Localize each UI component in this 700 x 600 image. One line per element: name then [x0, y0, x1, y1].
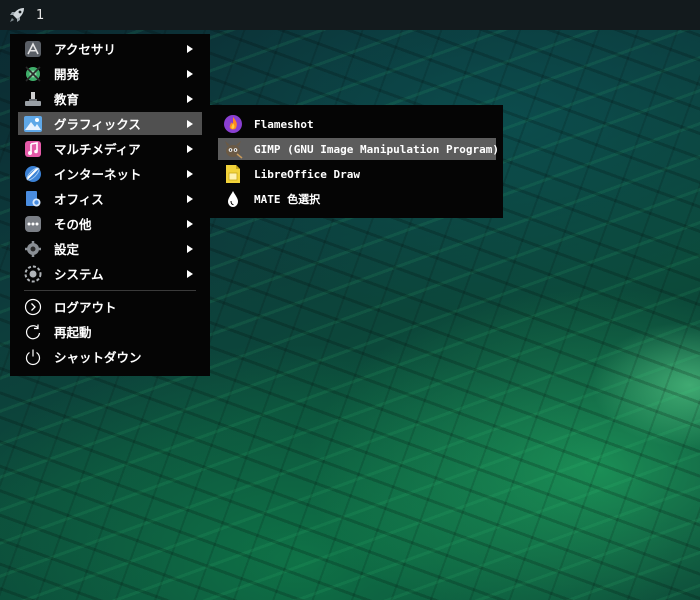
education-icon [23, 89, 43, 109]
restart-item[interactable]: 再起動 [18, 320, 202, 343]
graphics-icon [23, 114, 43, 134]
rocket-icon[interactable] [6, 4, 28, 26]
shutdown-item[interactable]: シャットダウン [18, 345, 202, 368]
color-picker-icon [223, 189, 243, 209]
logout-item[interactable]: ログアウト [18, 295, 202, 318]
menu-item-label: マルチメディア [54, 142, 141, 157]
submenu-item-label: MATE 色選択 [254, 193, 321, 206]
submenu-item-label: LibreOffice Draw [254, 167, 360, 181]
session-item-label: シャットダウン [54, 350, 142, 365]
submenu-arrow-icon [187, 269, 193, 278]
menu-item-settings[interactable]: 設定 [18, 237, 202, 260]
menu-item-accessories[interactable]: アクセサリ [18, 37, 202, 60]
office-icon [23, 189, 43, 209]
menu-item-label: オフィス [54, 192, 104, 207]
menu-item-label: アクセサリ [54, 42, 116, 57]
application-menu: アクセサリ 開発 教育 グラフィックス マルチメディア インターネット オフィス… [10, 34, 210, 376]
submenu-item-label: Flameshot [254, 117, 314, 131]
logout-icon [23, 297, 43, 317]
submenu-item-flameshot[interactable]: Flameshot [218, 113, 496, 135]
menu-item-multimedia[interactable]: マルチメディア [18, 137, 202, 160]
menu-separator [24, 290, 196, 291]
libreoffice-draw-icon [223, 164, 243, 184]
menu-item-label: 設定 [54, 242, 80, 257]
graphics-submenu: Flameshot GIMP (GNU Image Manipulation P… [210, 105, 503, 218]
accessories-icon [23, 39, 43, 59]
submenu-arrow-icon [187, 194, 193, 203]
menu-item-label: 開発 [54, 67, 80, 82]
submenu-arrow-icon [187, 169, 193, 178]
menu-item-office[interactable]: オフィス [18, 187, 202, 210]
submenu-item-gimp[interactable]: GIMP (GNU Image Manipulation Program) [218, 138, 500, 160]
menu-item-label: グラフィックス [54, 117, 141, 132]
submenu-arrow-icon [187, 219, 193, 228]
multimedia-icon [23, 139, 43, 159]
submenu-arrow-icon [187, 44, 193, 53]
settings-icon [23, 239, 43, 259]
menu-item-label: システム [54, 267, 104, 282]
menu-item-other[interactable]: その他 [18, 212, 202, 235]
session-item-label: ログアウト [54, 300, 117, 315]
menu-item-internet[interactable]: インターネット [18, 162, 202, 185]
system-icon [23, 264, 43, 284]
submenu-arrow-icon [187, 69, 193, 78]
menu-item-label: インターネット [54, 167, 142, 182]
shutdown-icon [23, 347, 43, 367]
gimp-icon [223, 139, 243, 159]
submenu-arrow-icon [187, 244, 193, 253]
top-panel: 1 [0, 0, 700, 30]
menu-item-system[interactable]: システム [18, 262, 202, 285]
submenu-item-libreoffice-draw[interactable]: LibreOffice Draw [218, 163, 496, 185]
session-item-label: 再起動 [54, 325, 92, 340]
development-icon [23, 64, 43, 84]
internet-icon [23, 164, 43, 184]
menu-item-development[interactable]: 開発 [18, 62, 202, 85]
submenu-item-label: GIMP (GNU Image Manipulation Program) [254, 142, 500, 156]
menu-item-education[interactable]: 教育 [18, 87, 202, 110]
menu-item-label: 教育 [54, 92, 80, 107]
menu-item-label: その他 [54, 217, 92, 232]
submenu-arrow-icon [187, 119, 193, 128]
other-icon [23, 214, 43, 234]
restart-icon [23, 322, 43, 342]
menu-item-graphics[interactable]: グラフィックス [18, 112, 202, 135]
workspace-indicator[interactable]: 1 [36, 8, 44, 23]
flameshot-icon [223, 114, 243, 134]
submenu-item-color-picker[interactable]: MATE 色選択 [218, 188, 496, 210]
submenu-arrow-icon [187, 94, 193, 103]
submenu-arrow-icon [187, 144, 193, 153]
